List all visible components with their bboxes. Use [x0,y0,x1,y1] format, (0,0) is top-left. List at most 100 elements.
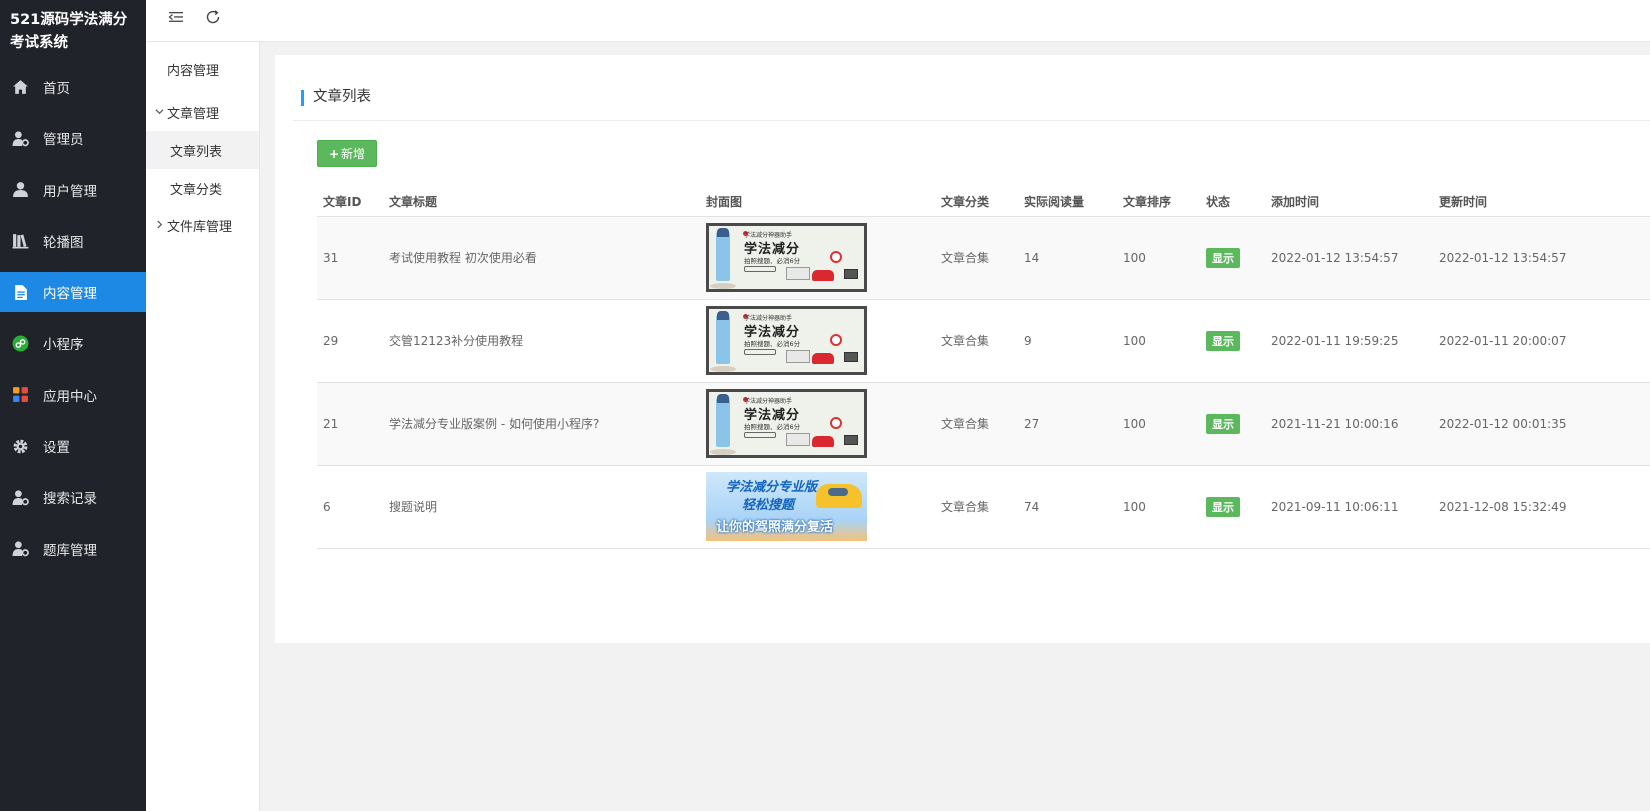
sidebar-item-label: 轮播图 [43,234,84,251]
officer-figure [716,228,730,281]
col-header-title: 文章标题 [383,188,700,217]
cell-views: 14 [1018,216,1117,300]
sidebar-item-label: 用户管理 [43,183,97,200]
cell-category: 文章合集 [935,382,1018,466]
gear-icon [11,437,29,455]
sidebar-item-label: 内容管理 [43,286,97,303]
refresh-button[interactable] [203,9,223,29]
cover-sub-text: 拍照搜题、必消6分 [744,423,801,431]
sidebar-item-home[interactable]: 首页 [0,67,146,107]
table-row[interactable]: 21 学法减分专业版案例 - 如何使用小程序? 学法减分神器助手 学法减分 拍照… [317,382,1650,466]
top-header [146,0,1650,42]
sidebar-item-content[interactable]: 内容管理 [0,272,146,313]
cell-id: 21 [317,382,383,466]
chevron-down-icon [155,107,167,119]
apps-icon [11,386,29,404]
subnav-group-label: 文件库管理 [167,220,233,235]
user-gear-icon [11,540,29,558]
cell-cover: 学法减分神器助手 学法减分 拍照搜题、必消6分 [700,299,935,383]
cell-updated: 2022-01-11 20:00:07 [1433,299,1650,383]
content-panel: 文章列表 + 新增 文章ID 文章标题 封面图 文章分类 实际阅读量 文章排序 … [275,55,1650,643]
cell-views: 9 [1018,299,1117,383]
subnav-item-label: 文章列表 [170,144,223,160]
cell-sort: 100 [1117,382,1200,466]
sidebar-item-users[interactable]: 用户管理 [0,170,146,210]
cell-status: 显示 [1200,465,1265,549]
status-badge[interactable]: 显示 [1206,496,1240,517]
cell-title: 搜题说明 [383,465,700,549]
books-icon [11,232,29,250]
status-badge[interactable]: 显示 [1206,330,1240,351]
col-header-status: 状态 [1200,188,1265,217]
status-badge[interactable]: 显示 [1206,413,1240,434]
subnav-group-label: 文章管理 [167,107,220,122]
menu-collapse-icon [168,9,184,29]
table-row[interactable]: 6 搜题说明 学法减分专业版 轻松搜题 让你的驾照满分复活 文章合集 74 10… [317,465,1650,549]
sub-navigation: 内容管理 文章管理 文章列表 文章分类 文件库管理 [146,42,260,811]
user-gear-icon [11,488,29,506]
sidebar-item-miniprogram[interactable]: 小程序 [0,323,146,363]
subnav-item-article-category[interactable]: 文章分类 [146,169,259,207]
sidebar-item-label: 首页 [43,81,70,97]
sidebar-item-settings[interactable]: 设置 [0,426,146,466]
cover-line-1: 学法减分专业版 [726,480,818,495]
sidebar-item-label: 题库管理 [43,542,97,559]
cover-image: 学法减分专业版 轻松搜题 让你的驾照满分复活 [706,472,867,541]
cover-sub-text: 拍照搜题、必消6分 [744,340,801,348]
sidebar-item-question-bank[interactable]: 题库管理 [0,529,146,569]
cell-cover: 学法减分神器助手 学法减分 拍照搜题、必消6分 [700,216,935,300]
cell-added: 2022-01-11 19:59:25 [1265,299,1433,383]
cell-updated: 2021-12-08 15:32:49 [1433,465,1650,549]
brand-title: 521源码学法满分考试系统 [10,12,128,51]
cell-sort: 100 [1117,465,1200,549]
cell-category: 文章合集 [935,299,1018,383]
add-article-button[interactable]: + 新增 [317,140,377,167]
table-row[interactable]: 29 交管12123补分使用教程 学法减分神器助手 学法减分 拍照搜题、必消6分… [317,299,1650,383]
subnav-item-article-list[interactable]: 文章列表 [146,131,259,169]
officer-figure [716,394,730,447]
col-header-sort: 文章排序 [1117,188,1200,217]
sidebar-item-label: 应用中心 [43,388,97,405]
col-header-updated: 更新时间 [1433,188,1650,217]
cover-line-3: 让你的驾照满分复活 [716,520,834,535]
col-header-views: 实际阅读量 [1018,188,1117,217]
sidebar-item-label: 设置 [43,440,70,457]
cell-title: 考试使用教程 初次使用必看 [383,216,700,300]
cell-category: 文章合集 [935,216,1018,300]
cell-views: 27 [1018,382,1117,466]
sidebar-item-app-center[interactable]: 应用中心 [0,375,146,415]
cell-updated: 2022-01-12 13:54:57 [1433,216,1650,300]
subnav-title: 内容管理 [167,64,220,79]
menu-collapse-button[interactable] [166,9,186,29]
cell-sort: 100 [1117,299,1200,383]
sidebar-item-search-log[interactable]: 搜索记录 [0,477,146,517]
cell-added: 2021-11-21 10:00:16 [1265,382,1433,466]
status-badge[interactable]: 显示 [1206,247,1240,268]
home-icon [11,78,29,96]
sidebar-item-admin[interactable]: 管理员 [0,118,146,158]
cell-status: 显示 [1200,216,1265,300]
main-sidebar: 521源码学法满分考试系统 首页 管理员 用户管理 轮播图 内容管理 小程序 应… [0,0,146,811]
col-header-id: 文章ID [317,188,383,217]
sidebar-item-label: 搜索记录 [43,491,97,508]
cell-id: 29 [317,299,383,383]
subnav-group-files[interactable]: 文件库管理 [146,207,259,244]
cover-line-2: 轻松搜题 [742,498,795,513]
page-title: 文章列表 [313,89,371,105]
sidebar-item-label: 小程序 [43,337,84,354]
sidebar-item-carousel[interactable]: 轮播图 [0,221,146,261]
cell-category: 文章合集 [935,465,1018,549]
cover-image: 学法减分神器助手 学法减分 拍照搜题、必消6分 [706,306,867,375]
add-button-label: 新增 [341,147,366,161]
chevron-right-icon [155,219,167,232]
subnav-group-articles[interactable]: 文章管理 [146,94,259,131]
yellow-car-illustration [816,484,862,508]
plus-icon: + [328,146,340,161]
col-header-category: 文章分类 [935,188,1018,217]
cover-sub-text: 拍照搜题、必消6分 [744,257,801,265]
table-row[interactable]: 31 考试使用教程 初次使用必看 学法减分神器助手 学法减分 拍照搜题、必消6分… [317,216,1650,300]
cell-updated: 2022-01-12 00:01:35 [1433,382,1650,466]
cell-cover: 学法减分专业版 轻松搜题 让你的驾照满分复活 [700,465,935,549]
miniprogram-icon [11,334,29,352]
document-icon [11,283,29,301]
